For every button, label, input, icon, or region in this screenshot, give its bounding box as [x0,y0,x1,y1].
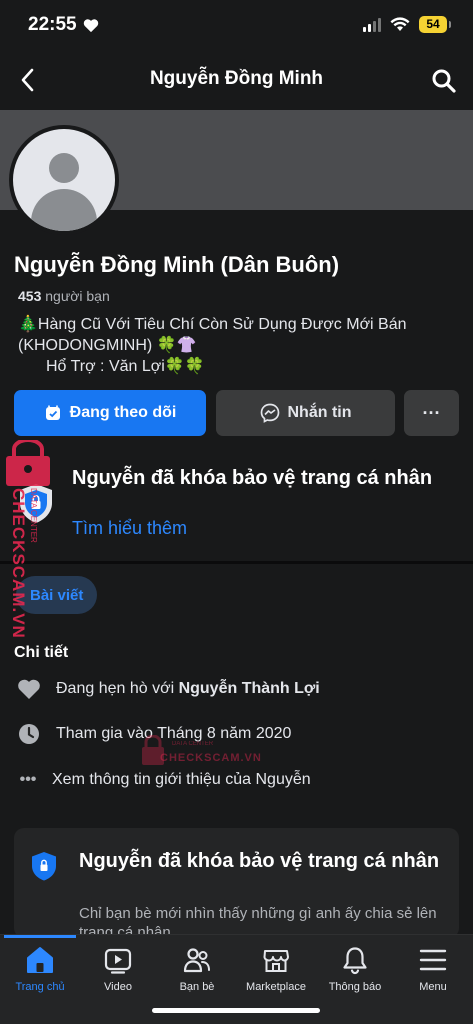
more-icon: ··· [422,402,441,423]
locked-profile-notice: Nguyễn đã khóa bảo vệ trang cá nhân Tìm … [0,455,473,559]
status-time: 22:55 [28,14,99,36]
more-options-button[interactable]: ··· [404,390,459,436]
nav-label: Marketplace [246,981,306,993]
nav-friends[interactable]: Bạn bè [157,945,237,993]
friend-count-label: người bạn [45,288,110,304]
search-icon [432,69,456,93]
marketplace-icon [263,950,289,972]
battery-icon: 54 [419,16,451,33]
nav-label: Video [104,981,132,993]
friend-count[interactable]: 453 người bạn [18,288,110,304]
page-title: Nguyễn Đồng Minh [149,68,324,89]
active-tab-indicator [4,935,76,938]
messenger-icon [260,403,279,423]
relationship-text: Đang hẹn hò với Nguyễn Thành Lợi [56,680,320,698]
message-button-label: Nhắn tin [287,404,352,421]
nav-menu[interactable]: Menu [393,945,473,993]
wifi-icon [390,17,410,31]
status-indicators: 54 [363,16,451,33]
bio-line: (KHODONGMINH) 🍀👚 [18,337,197,354]
following-icon [45,405,60,420]
shield-lock-icon [32,852,56,881]
ellipsis-icon: ••• [19,771,37,788]
cellular-signal-icon [363,17,381,32]
watermark-text: CHECKSCAM.VN [9,488,28,639]
menu-icon [419,949,447,971]
following-button-label: Đang theo dõi [69,404,177,421]
nav-video[interactable]: Video [78,945,158,993]
learn-more-link[interactable]: Tìm hiểu thêm [72,518,187,539]
heart-icon [16,676,42,702]
watermark-subtext: DATA CENTER [29,488,38,543]
locked-card-text: Chỉ bạn bè mới nhìn thấy những gì anh ấy… [79,905,437,938]
nav-marketplace[interactable]: Marketplace [236,945,316,993]
nav-label: Menu [419,981,447,993]
profile-name: Nguyễn Đồng Minh (Dân Buôn) [14,252,340,277]
home-icon [27,947,53,973]
following-button[interactable]: Đang theo dõi [14,390,206,436]
clock-text: 22:55 [28,14,77,35]
bell-icon [343,947,367,975]
detail-relationship: Đang hẹn hò với Nguyễn Thành Lợi [16,676,320,702]
relationship-partner[interactable]: Nguyễn Thành Lợi [179,680,320,697]
message-button[interactable]: Nhắn tin [216,390,395,436]
video-icon [104,948,132,974]
nav-notifications[interactable]: Thông báo [315,945,395,993]
default-avatar-icon [13,129,115,231]
nav-label: Bạn bè [179,981,215,993]
friends-icon [183,948,210,973]
nav-label: Thông báo [328,981,382,993]
status-bar: 22:55 54 [0,0,473,52]
search-button[interactable] [427,64,461,98]
avatar[interactable] [9,125,119,235]
section-divider [0,561,473,564]
watermark-subtext: DATA CENTER [172,741,214,747]
nav-label: Trang chủ [15,981,65,993]
relationship-prefix: Đang hẹn hò với [56,680,175,697]
heart-icon [83,18,98,32]
locked-profile-title: Nguyễn đã khóa bảo vệ trang cá nhân [72,467,433,489]
home-indicator[interactable] [152,1008,320,1013]
friend-count-number: 453 [18,288,42,304]
back-button[interactable] [12,64,44,96]
bio-line: 🎄Hàng Cũ Với Tiêu Chí Còn Sử Dụng Được M… [18,316,407,333]
bio-line: Hổ Trợ : Văn Lợi🍀🍀 [46,358,205,375]
nav-bar: Nguyễn Đồng Minh [0,52,473,108]
locked-profile-card: Nguyễn đã khóa bảo vệ trang cá nhân Chỉ … [14,828,459,938]
nav-home[interactable]: Trang chủ [0,945,80,993]
profile-bio: 🎄Hàng Cũ Với Tiêu Chí Còn Sử Dụng Được M… [18,314,458,377]
locked-card-title: Nguyễn đã khóa bảo vệ trang cá nhân [79,850,440,872]
clock-icon [16,721,42,747]
watermark-text: CHECKSCAM.VN [160,752,262,764]
details-heading: Chi tiết [14,644,69,661]
chevron-left-icon [21,68,34,92]
